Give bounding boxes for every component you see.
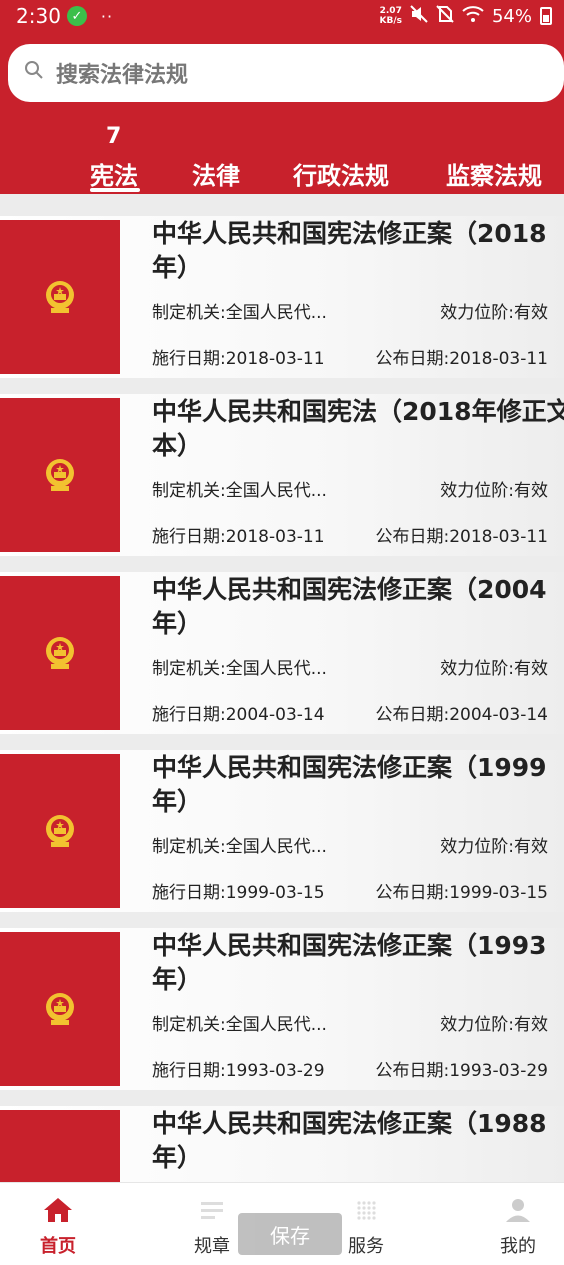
list-icon [197,1197,227,1228]
law-title-continued: 年） [152,253,203,282]
check-icon: ✓ [66,6,87,26]
law-title-continued: 年） [152,609,203,638]
law-publish-date: 公布日期:2004-03-14 [375,705,548,725]
national-emblem-icon [43,457,77,493]
active-tab-indicator [90,188,140,192]
law-title-continued: 年） [152,787,203,816]
law-thumbnail [0,220,120,374]
status-time: 2:30 [16,4,61,28]
search-placeholder: 搜索法律法规 [56,63,189,88]
net-speed-value: 2.07 [379,6,402,16]
category-tabs: 宪法 法律 行政法规 监察法规 [0,154,564,194]
grid-icon [351,1197,381,1228]
status-bar: 2:30 ✓ ·· 2.07 KB/s 54% [0,0,564,32]
bottom-nav: 首页 规章 保存 服务 我的 [0,1182,564,1265]
law-status: 效力位阶:有效 [440,659,548,679]
law-effective-date: 施行日期:1993-03-29 [152,1061,325,1081]
nav-services[interactable]: 服务 [348,1197,384,1258]
nav-rules-label: 规章 [194,1236,230,1257]
law-thumbnail [0,398,120,552]
law-card[interactable]: 中华人民共和国宪法修正案（2018 年） 制定机关:全国人民代... 效力位阶:… [0,216,564,378]
search-input[interactable]: 搜索法律法规 [8,44,564,102]
law-title: 中华人民共和国宪法（2018年修正文 [152,397,564,426]
tab-constitution[interactable]: 宪法 [90,156,138,191]
law-authority: 制定机关:全国人民代... [152,659,327,679]
law-authority: 制定机关:全国人民代... [152,837,327,857]
law-status: 效力位阶:有效 [440,481,548,501]
mute-icon [410,4,428,28]
law-publish-date: 公布日期:2018-03-11 [375,349,548,369]
nav-mine[interactable]: 我的 [500,1197,536,1258]
wifi-icon [462,5,484,28]
user-icon [503,1197,533,1228]
law-publish-date: 公布日期:2018-03-11 [375,527,548,547]
nav-services-label: 服务 [348,1236,384,1257]
law-status: 效力位阶:有效 [440,303,548,323]
law-authority: 制定机关:全国人民代... [152,1015,327,1035]
law-thumbnail [0,576,120,730]
law-status: 效力位阶:有效 [440,837,548,857]
save-button[interactable]: 保存 [238,1213,342,1255]
law-card[interactable]: 中华人民共和国宪法修正案（1988 年） [0,1106,564,1182]
law-status: 效力位阶:有效 [440,1015,548,1035]
nav-home-label: 首页 [40,1236,76,1257]
battery-icon [540,7,552,25]
nav-rules[interactable]: 规章 [194,1197,230,1258]
law-list[interactable]: 中华人民共和国宪法修正案（2018 年） 制定机关:全国人民代... 效力位阶:… [0,194,564,1182]
tab-count-badge: 7 [106,124,122,149]
law-publish-date: 公布日期:1993-03-29 [375,1061,548,1081]
battery-percent: 54% [491,5,532,27]
law-effective-date: 施行日期:1999-03-15 [152,883,325,903]
law-title: 中华人民共和国宪法修正案（2018 [152,219,547,248]
nav-mine-label: 我的 [500,1236,536,1257]
tab-laws[interactable]: 法律 [192,156,240,191]
search-icon [24,60,44,86]
law-card[interactable]: 中华人民共和国宪法（2018年修正文 本） 制定机关:全国人民代... 效力位阶… [0,394,564,556]
tab-supervisory-regulations[interactable]: 监察法规 [446,156,542,191]
national-emblem-icon [43,991,77,1027]
law-title-continued: 年） [152,965,203,994]
law-card[interactable]: 中华人民共和国宪法修正案（1999 年） 制定机关:全国人民代... 效力位阶:… [0,750,564,912]
law-thumbnail [0,1110,120,1182]
law-title-continued: 本） [152,431,203,460]
law-title: 中华人民共和国宪法修正案（1993 [152,931,547,960]
law-card[interactable]: 中华人民共和国宪法修正案（1993 年） 制定机关:全国人民代... 效力位阶:… [0,928,564,1090]
law-title-continued: 年） [152,1143,203,1172]
more-notifications-icon: ·· [100,6,114,26]
law-authority: 制定机关:全国人民代... [152,303,327,323]
law-authority: 制定机关:全国人民代... [152,481,327,501]
law-effective-date: 施行日期:2004-03-14 [152,705,325,725]
law-effective-date: 施行日期:2018-03-11 [152,527,325,547]
header: 搜索法律法规 7 宪法 法律 行政法规 监察法规 [0,32,564,194]
national-emblem-icon [43,813,77,849]
law-publish-date: 公布日期:1999-03-15 [375,883,548,903]
law-thumbnail [0,754,120,908]
tab-administrative-regulations[interactable]: 行政法规 [293,156,389,191]
nav-home[interactable]: 首页 [40,1197,76,1258]
no-sim-icon [436,4,454,28]
law-title: 中华人民共和国宪法修正案（1999 [152,753,547,782]
net-speed-unit: KB/s [379,16,402,26]
net-speed: 2.07 KB/s [380,6,402,26]
home-icon [43,1197,73,1228]
law-effective-date: 施行日期:2018-03-11 [152,349,325,369]
law-thumbnail [0,932,120,1086]
law-card[interactable]: 中华人民共和国宪法修正案（2004 年） 制定机关:全国人民代... 效力位阶:… [0,572,564,734]
national-emblem-icon [43,279,77,315]
law-title: 中华人民共和国宪法修正案（1988 [152,1109,547,1138]
national-emblem-icon [43,635,77,671]
law-title: 中华人民共和国宪法修正案（2004 [152,575,547,604]
